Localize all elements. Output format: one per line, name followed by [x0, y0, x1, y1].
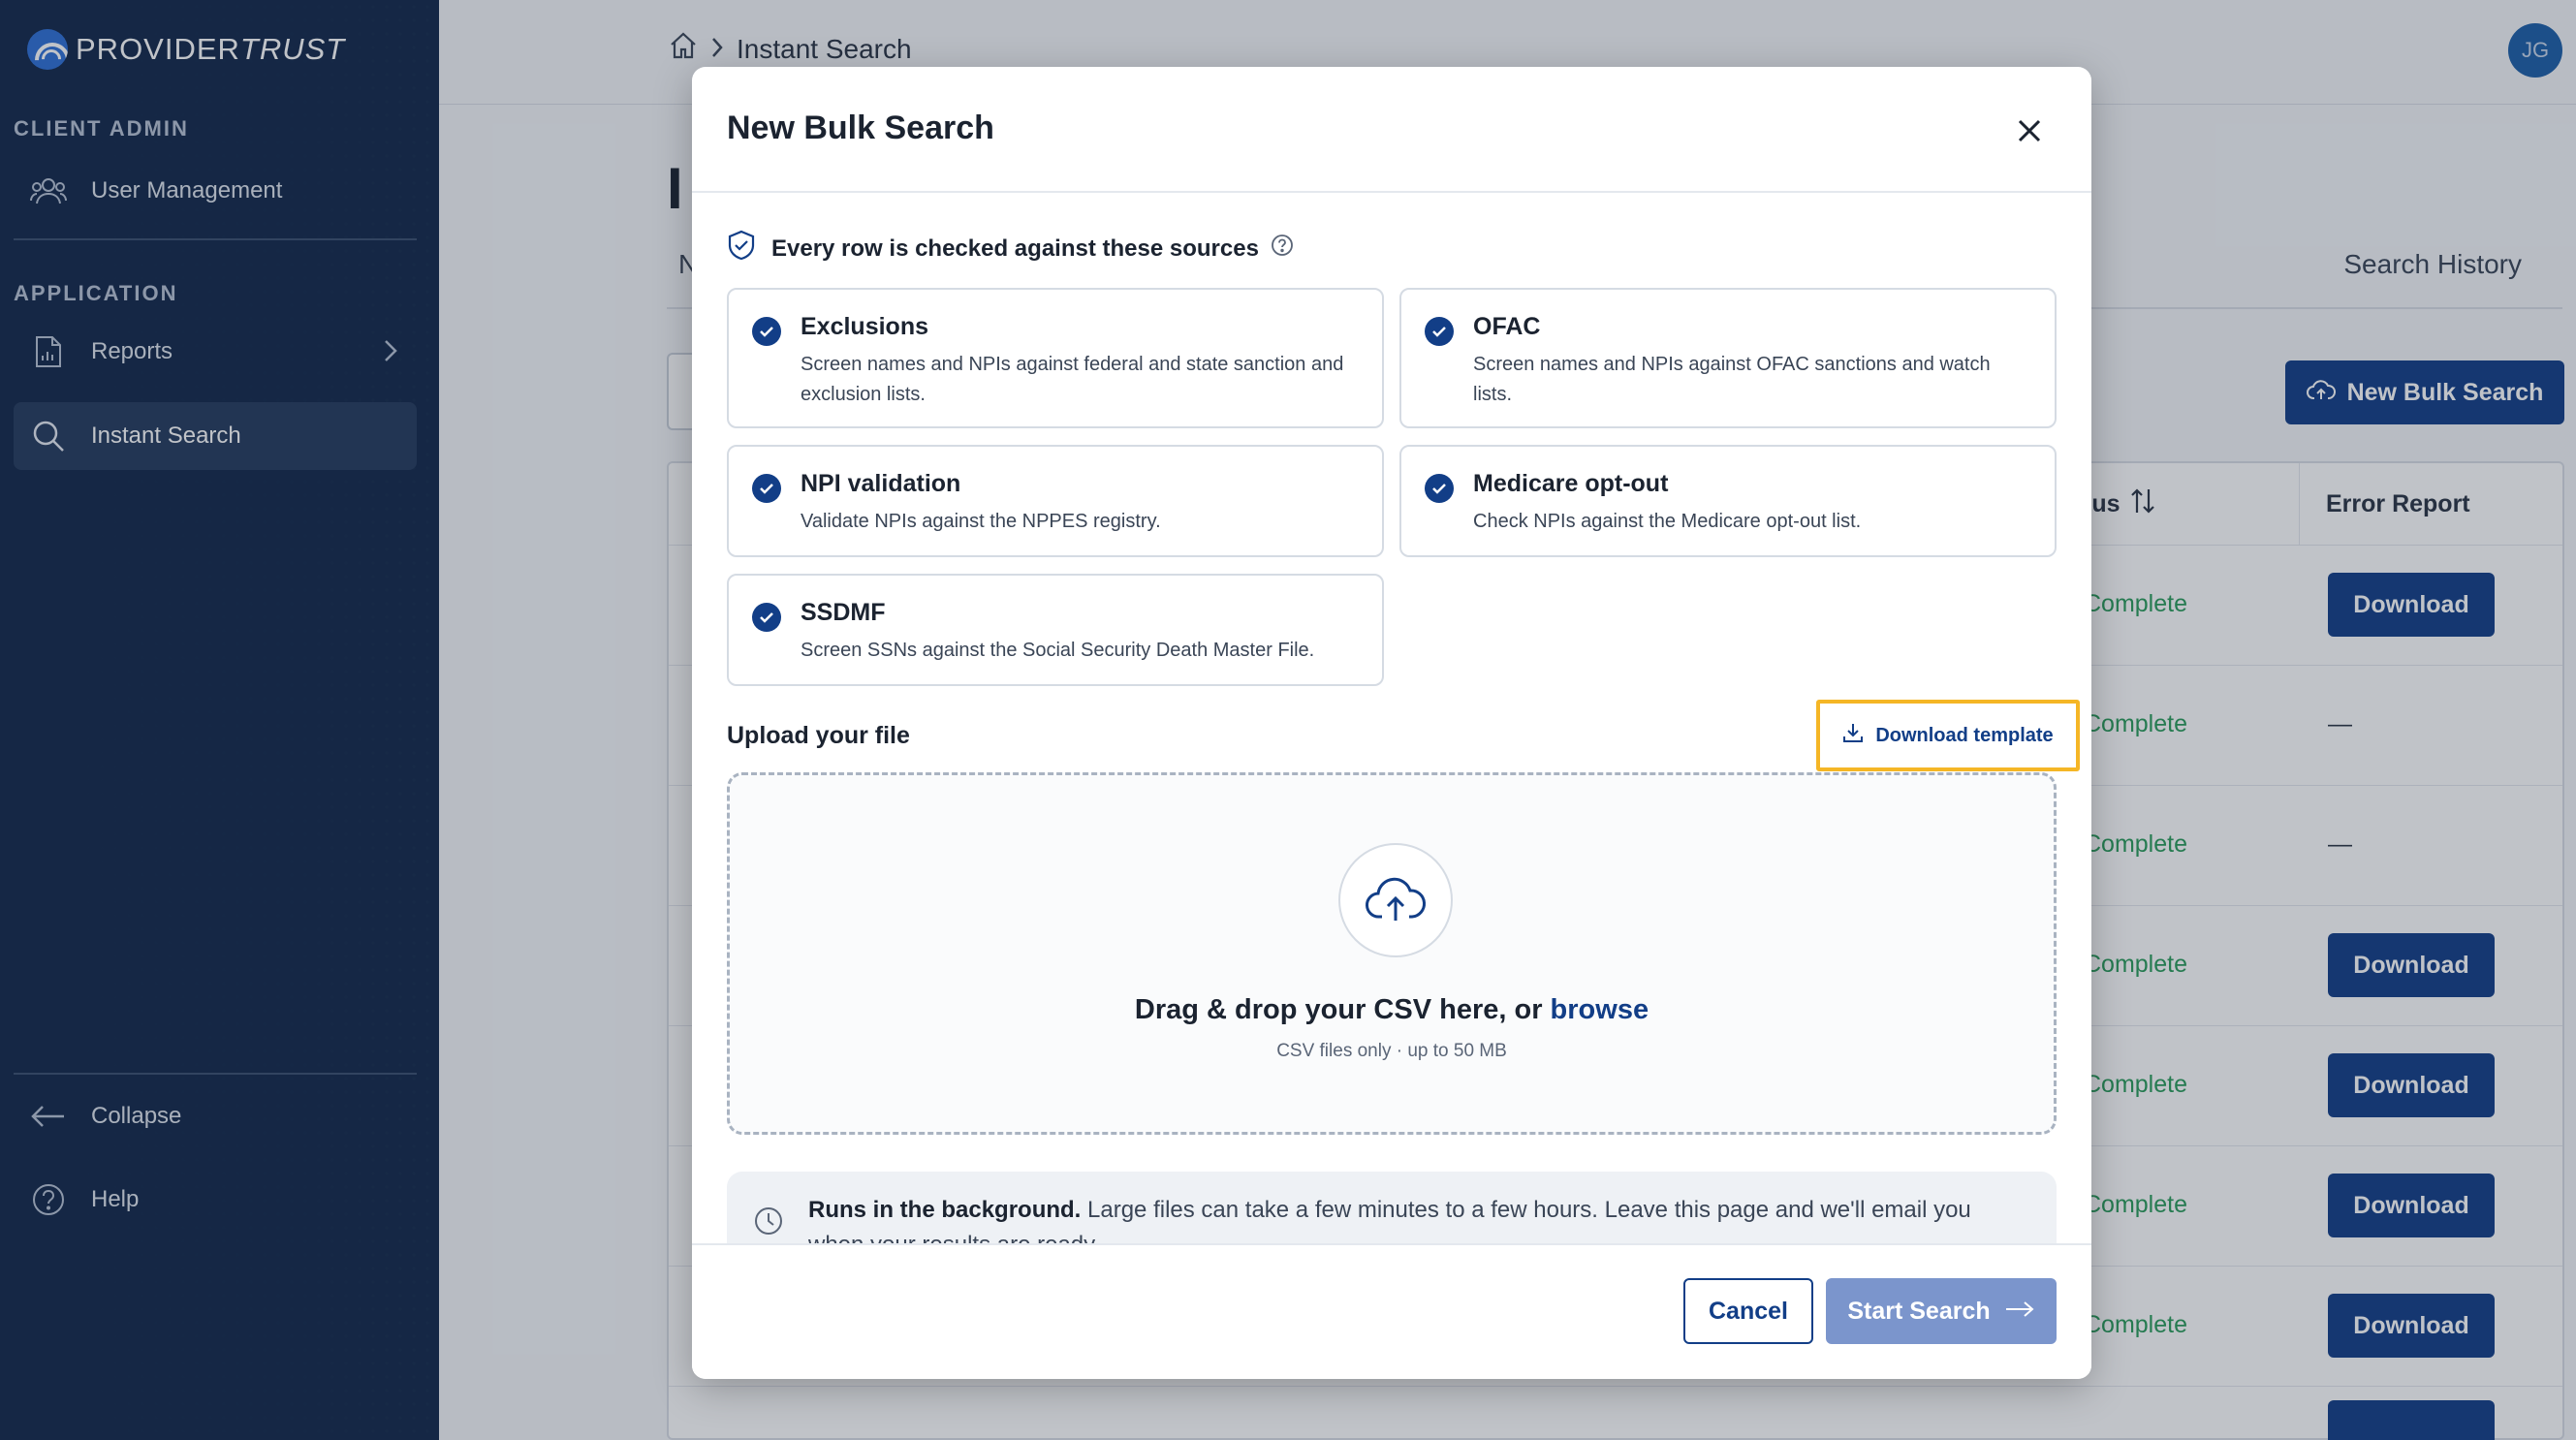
- clock-icon: [754, 1206, 783, 1240]
- new-bulk-search-dialog: New Bulk Search Every row is checked aga…: [692, 67, 2091, 1379]
- start-search-label: Start Search: [1847, 1297, 1991, 1325]
- sources-heading: Every row is checked against these sourc…: [727, 230, 1294, 267]
- source-description: Screen SSNs against the Social Security …: [801, 640, 1315, 661]
- source-description: Screen names and NPIs against federal an…: [801, 354, 1344, 405]
- source-title: Exclusions: [801, 313, 928, 340]
- download-template-button[interactable]: Download template: [1816, 700, 2080, 771]
- source-card-exclusions: Exclusions Screen names and NPIs against…: [727, 288, 1384, 428]
- download-template-label: Download template: [1875, 724, 2054, 746]
- file-constraints: CSV files only · up to 50 MB: [1276, 1041, 1507, 1061]
- drop-instructions: Drag & drop your CSV here, or browse: [730, 994, 2054, 1026]
- shield-check-icon: [727, 230, 756, 267]
- browse-link[interactable]: browse: [1551, 994, 1649, 1025]
- source-card-npi-validation: NPI validation Validate NPIs against the…: [727, 445, 1384, 557]
- source-card-medicare-opt-out: Medicare opt-out Check NPIs against the …: [1399, 445, 2057, 557]
- start-search-button[interactable]: Start Search: [1826, 1278, 2057, 1344]
- sources-heading-text: Every row is checked against these sourc…: [771, 235, 1259, 262]
- check-icon: [1425, 474, 1454, 503]
- source-description: Screen names and NPIs against OFAC sanct…: [1473, 354, 1991, 405]
- download-icon: [1842, 722, 1864, 749]
- drop-text: Drag & drop your CSV here, or: [1134, 994, 1543, 1025]
- dialog-header: New Bulk Search: [692, 67, 2091, 193]
- check-icon: [752, 317, 781, 346]
- source-card-ssdmf: SSDMF Screen SSNs against the Social Sec…: [727, 574, 1384, 686]
- source-description: Validate NPIs against the NPPES registry…: [801, 511, 1161, 532]
- help-icon[interactable]: [1271, 234, 1294, 264]
- check-icon: [752, 474, 781, 503]
- check-icon: [752, 603, 781, 632]
- source-card-ofac: OFAC Screen names and NPIs against OFAC …: [1399, 288, 2057, 428]
- cloud-upload-icon: [1338, 843, 1453, 957]
- source-title: SSDMF: [801, 599, 886, 626]
- cancel-button[interactable]: Cancel: [1683, 1278, 1813, 1344]
- note-bold: Runs in the background.: [808, 1197, 1082, 1223]
- dialog-footer: Cancel Start Search: [692, 1243, 2091, 1379]
- source-title: OFAC: [1473, 313, 1541, 340]
- close-icon[interactable]: [2012, 113, 2047, 148]
- source-title: Medicare opt-out: [1473, 470, 1669, 497]
- file-dropzone[interactable]: Drag & drop your CSV here, or browse CSV…: [727, 772, 2057, 1135]
- check-icon: [1425, 317, 1454, 346]
- arrow-right-icon: [2004, 1298, 2035, 1326]
- source-description: Check NPIs against the Medicare opt-out …: [1473, 511, 1862, 532]
- source-title: NPI validation: [801, 470, 961, 497]
- dialog-title: New Bulk Search: [727, 110, 994, 146]
- upload-label: Upload your file: [727, 722, 910, 749]
